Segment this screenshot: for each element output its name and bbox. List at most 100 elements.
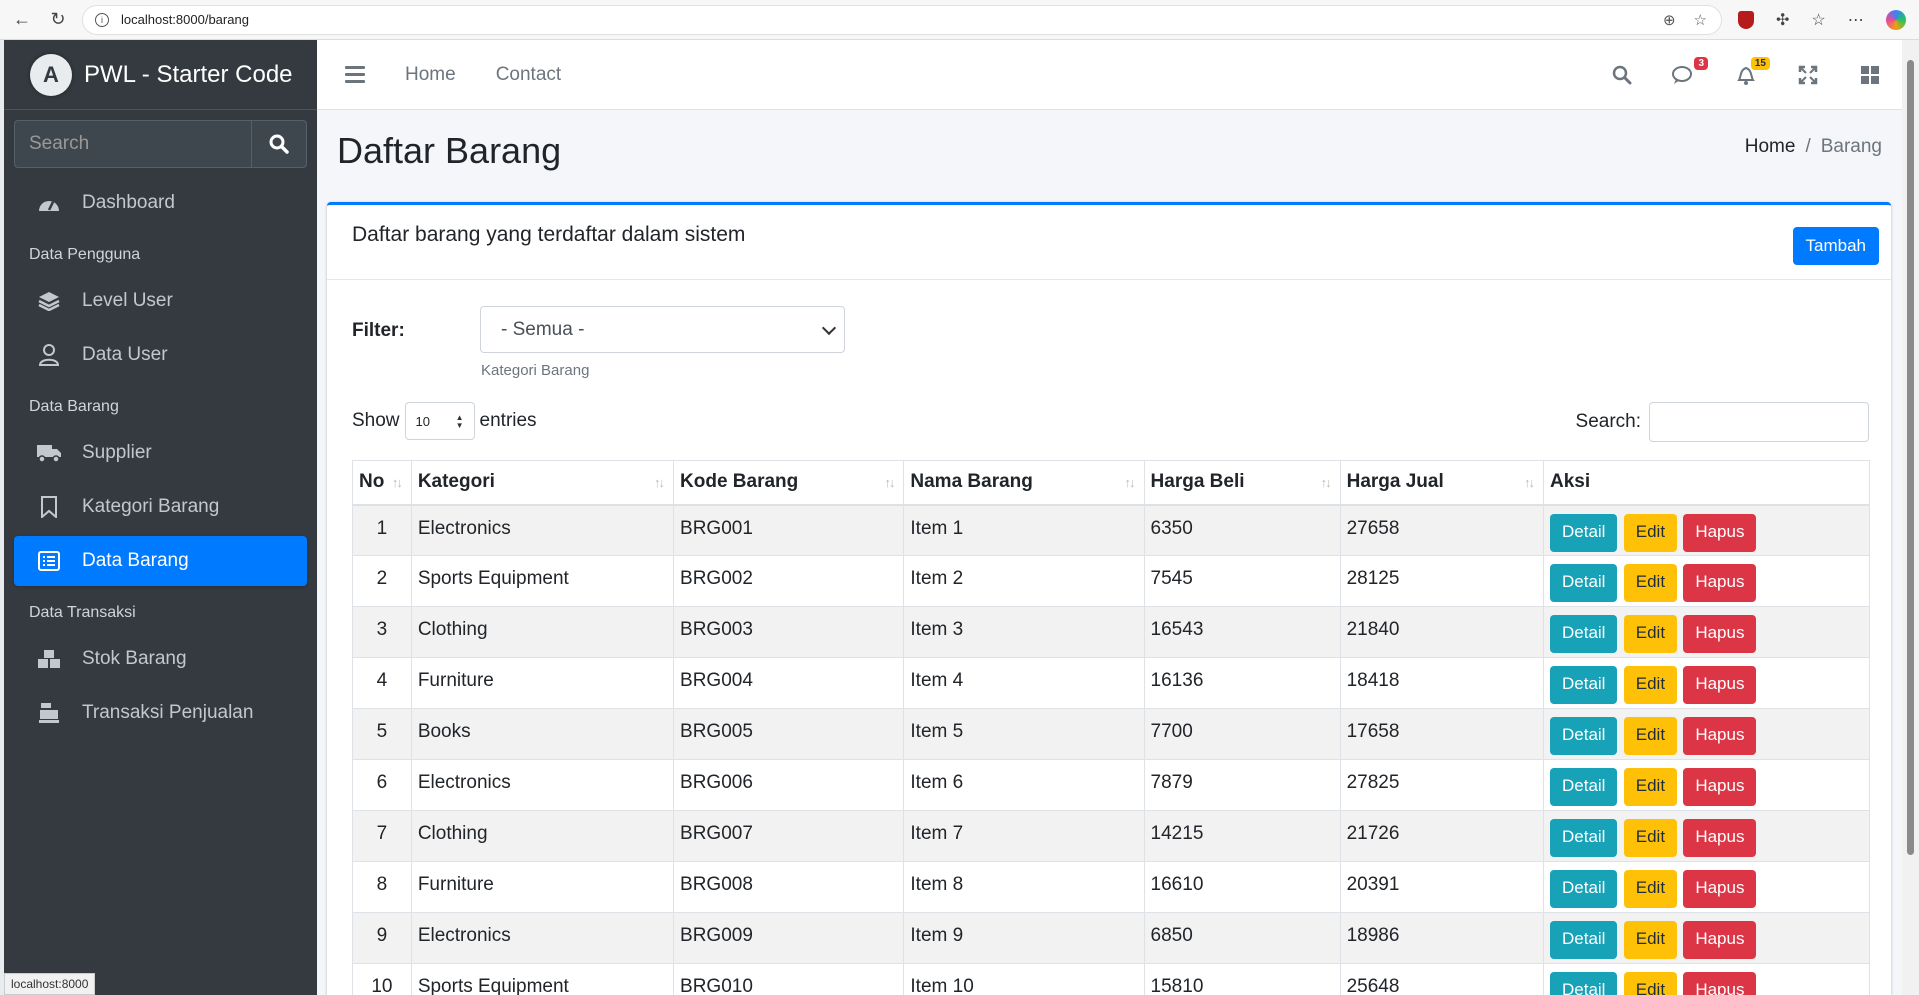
nav-link-contact[interactable]: Contact	[496, 64, 561, 86]
sidebar-item-label: Transaksi Penjualan	[82, 702, 254, 723]
edit-button[interactable]: Edit	[1623, 972, 1678, 995]
delete-button[interactable]: Hapus	[1683, 564, 1757, 602]
cell-harga-beli: 7545	[1143, 555, 1341, 607]
sidebar-item-supplier[interactable]: Supplier	[14, 428, 307, 478]
detail-button[interactable]: Detail	[1550, 768, 1618, 806]
sidebar-item-data-user[interactable]: Data User	[14, 330, 307, 380]
extensions-icon[interactable]: ✣	[1776, 10, 1789, 30]
column-header-harga-beli[interactable]: Harga Beli ↑↓	[1143, 460, 1341, 506]
delete-button[interactable]: Hapus	[1683, 972, 1757, 995]
detail-button[interactable]: Detail	[1550, 870, 1618, 908]
column-header-kategori[interactable]: Kategori ↑↓	[410, 460, 675, 506]
cell-aksi: Detail Edit Hapus	[1543, 555, 1870, 607]
table-row: 8 Furniture BRG008 Item 8 16610 20391 Detail E…	[352, 861, 1870, 913]
column-header-nama-barang[interactable]: Nama Barang ↑↓	[903, 460, 1145, 506]
cell-aksi: Detail Edit Hapus	[1543, 708, 1870, 760]
cell-harga-beli: 7700	[1143, 708, 1341, 760]
copilot-icon[interactable]	[1885, 9, 1906, 30]
sidebar-item-stok-barang[interactable]: Stok Barang	[14, 634, 307, 684]
brand-link[interactable]: A PWL - Starter Code	[4, 40, 317, 110]
column-header-no[interactable]: No ↑↓	[352, 460, 412, 506]
search-icon[interactable]	[251, 120, 307, 168]
delete-button[interactable]: Hapus	[1683, 768, 1757, 806]
cell-kode-barang: BRG008	[673, 861, 905, 913]
cell-kode-barang: BRG007	[673, 810, 905, 862]
sidebar-item-level-user[interactable]: Level User	[14, 276, 307, 326]
table-row: 2 Sports Equipment BRG002 Item 2 7545 28125 De…	[352, 555, 1870, 607]
table-search-input[interactable]	[1649, 402, 1869, 442]
sidebar-item-dashboard[interactable]: Dashboard	[14, 178, 307, 228]
menu-toggle-icon[interactable]	[345, 66, 365, 83]
ublock-extension-icon[interactable]	[1738, 10, 1754, 29]
edit-button[interactable]: Edit	[1623, 564, 1678, 602]
control-sidebar-grid-icon[interactable]	[1858, 63, 1882, 87]
sidebar-item-transaksi-penjualan[interactable]: Transaksi Penjualan	[14, 688, 307, 738]
reload-icon[interactable]: ↻	[44, 6, 72, 34]
delete-button[interactable]: Hapus	[1683, 717, 1757, 755]
delete-button[interactable]: Hapus	[1683, 615, 1757, 653]
entries-length-select[interactable]: 10 ▲ ▼	[404, 402, 475, 440]
delete-button[interactable]: Hapus	[1683, 666, 1757, 704]
favorites-icon[interactable]: ☆	[1811, 10, 1825, 30]
cell-no: 10	[352, 963, 412, 995]
delete-button[interactable]: Hapus	[1683, 513, 1757, 552]
address-bar[interactable]: i localhost:8000/barang ⊕ ☆	[82, 4, 1722, 35]
sidebar-search-input[interactable]: Search	[14, 120, 251, 168]
cash-register-icon	[36, 702, 62, 724]
detail-button[interactable]: Detail	[1550, 972, 1618, 995]
sort-icon: ↑↓	[1320, 475, 1332, 490]
cell-kategori: Clothing	[410, 606, 675, 658]
cell-kategori: Electronics	[410, 759, 675, 811]
card-header: Daftar barang yang terdaftar dalam siste…	[327, 205, 1891, 280]
detail-button[interactable]: Detail	[1550, 666, 1618, 704]
sidebar-header-transaksi: Data Transaksi	[29, 604, 136, 621]
notifications-bell-icon[interactable]: 15	[1734, 56, 1770, 87]
edit-button[interactable]: Edit	[1623, 513, 1678, 552]
fullscreen-icon[interactable]	[1796, 63, 1820, 87]
card-title: Daftar barang yang terdaftar dalam siste…	[352, 223, 746, 246]
detail-button[interactable]: Detail	[1550, 717, 1618, 755]
more-menu-icon[interactable]: ⋯	[1848, 10, 1864, 30]
favorite-star-icon[interactable]: ☆	[1694, 11, 1707, 29]
kategori-filter-select[interactable]: - Semua -	[480, 306, 845, 353]
sidebar-item-data-barang[interactable]: Data Barang	[14, 536, 307, 586]
table-header-row: No ↑↓ Kategori ↑↓ Kode Barang ↑↓ Nama Baran…	[352, 460, 1870, 506]
column-header-kode-barang[interactable]: Kode Barang ↑↓	[673, 460, 905, 506]
notifications-badge: 15	[1750, 56, 1770, 70]
edit-button[interactable]: Edit	[1623, 615, 1678, 653]
edit-button[interactable]: Edit	[1623, 819, 1678, 857]
edit-button[interactable]: Edit	[1623, 717, 1678, 755]
site-info-icon[interactable]: i	[95, 12, 109, 27]
column-header-harga-jual[interactable]: Harga Jual ↑↓	[1339, 460, 1545, 506]
nav-link-home[interactable]: Home	[405, 64, 456, 86]
sidebar-item-label: Dashboard	[82, 192, 175, 213]
zoom-icon[interactable]: ⊕	[1663, 11, 1676, 29]
list-icon	[36, 550, 62, 572]
page-scrollbar[interactable]	[1902, 40, 1919, 995]
cell-harga-jual: 17658	[1339, 708, 1545, 760]
edit-button[interactable]: Edit	[1623, 921, 1678, 959]
search-icon[interactable]	[1610, 63, 1634, 87]
detail-button[interactable]: Detail	[1550, 513, 1618, 552]
barang-card: Daftar barang yang terdaftar dalam siste…	[327, 202, 1891, 995]
back-icon[interactable]: ←	[8, 6, 36, 34]
detail-button[interactable]: Detail	[1550, 615, 1618, 653]
breadcrumb-home[interactable]: Home	[1745, 136, 1796, 158]
detail-button[interactable]: Detail	[1550, 819, 1618, 857]
delete-button[interactable]: Hapus	[1683, 870, 1757, 908]
detail-button[interactable]: Detail	[1550, 921, 1618, 959]
edit-button[interactable]: Edit	[1623, 768, 1678, 806]
edit-button[interactable]: Edit	[1623, 870, 1678, 908]
cell-kode-barang: BRG001	[673, 504, 905, 556]
delete-button[interactable]: Hapus	[1683, 921, 1757, 959]
add-barang-button[interactable]: Tambah	[1792, 227, 1879, 265]
messages-icon[interactable]: 3	[1672, 56, 1708, 87]
cell-nama-barang: Item 7	[903, 810, 1145, 862]
scrollbar-thumb[interactable]	[1907, 60, 1914, 855]
delete-button[interactable]: Hapus	[1683, 819, 1757, 857]
sidebar-header-pengguna: Data Pengguna	[29, 246, 141, 263]
detail-button[interactable]: Detail	[1550, 564, 1618, 602]
edit-button[interactable]: Edit	[1623, 666, 1678, 704]
sidebar-item-kategori-barang[interactable]: Kategori Barang	[14, 482, 307, 532]
cell-nama-barang: Item 1	[903, 504, 1145, 556]
